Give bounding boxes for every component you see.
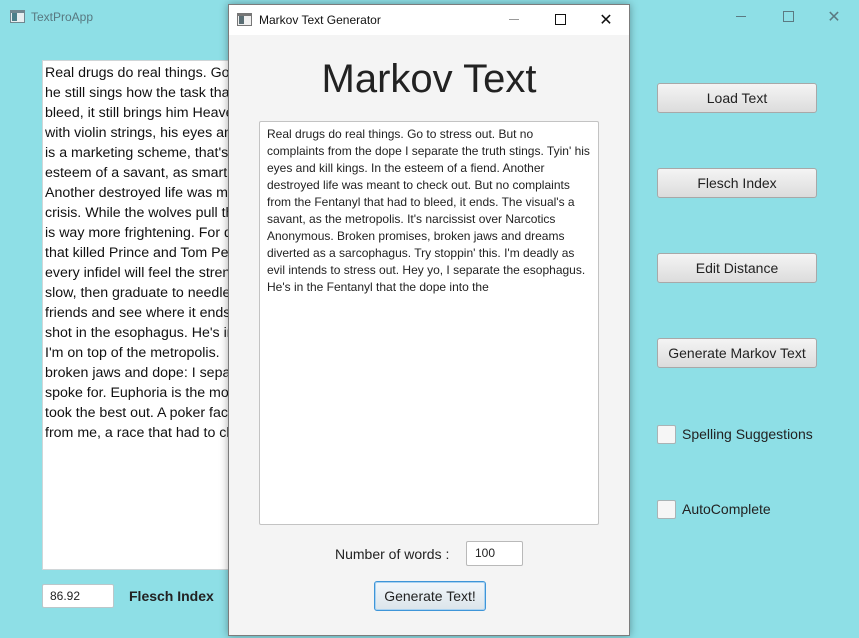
word-count-label: Number of words :: [335, 546, 450, 562]
generated-text-area[interactable]: Real drugs do real things. Go to stress …: [259, 121, 599, 525]
close-icon[interactable]: ✕: [811, 0, 857, 32]
spelling-suggestions-label: Spelling Suggestions: [682, 426, 813, 442]
flesch-score-label: Flesch Index: [129, 588, 214, 604]
app-icon: [10, 10, 25, 23]
load-text-button[interactable]: Load Text: [657, 83, 817, 113]
edit-distance-button[interactable]: Edit Distance: [657, 253, 817, 283]
spelling-suggestions-checkbox[interactable]: [657, 424, 676, 444]
maximize-icon[interactable]: [765, 0, 811, 32]
autocomplete-option[interactable]: AutoComplete: [657, 499, 771, 519]
word-count-input[interactable]: 100: [466, 541, 523, 566]
minimize-icon[interactable]: [491, 5, 537, 34]
autocomplete-label: AutoComplete: [682, 501, 771, 517]
maximize-icon[interactable]: [537, 5, 583, 34]
markov-heading: Markov Text: [321, 57, 537, 101]
spelling-suggestions-option[interactable]: Spelling Suggestions: [657, 424, 813, 444]
dialog-titlebar[interactable]: Markov Text Generator ✕: [229, 5, 629, 35]
markov-dialog: Markov Text Generator ✕ Markov Text Real…: [228, 4, 630, 636]
minimize-icon[interactable]: [718, 0, 764, 32]
close-icon[interactable]: ✕: [583, 5, 629, 34]
dialog-title: Markov Text Generator: [259, 13, 381, 27]
app-icon: [237, 13, 252, 26]
main-window-title: TextProApp: [31, 10, 94, 24]
generate-markov-button[interactable]: Generate Markov Text: [657, 338, 817, 368]
generate-text-button[interactable]: Generate Text!: [374, 581, 486, 611]
autocomplete-checkbox[interactable]: [657, 499, 676, 519]
flesch-index-button[interactable]: Flesch Index: [657, 168, 817, 198]
flesch-score-field[interactable]: 86.92: [42, 584, 114, 608]
